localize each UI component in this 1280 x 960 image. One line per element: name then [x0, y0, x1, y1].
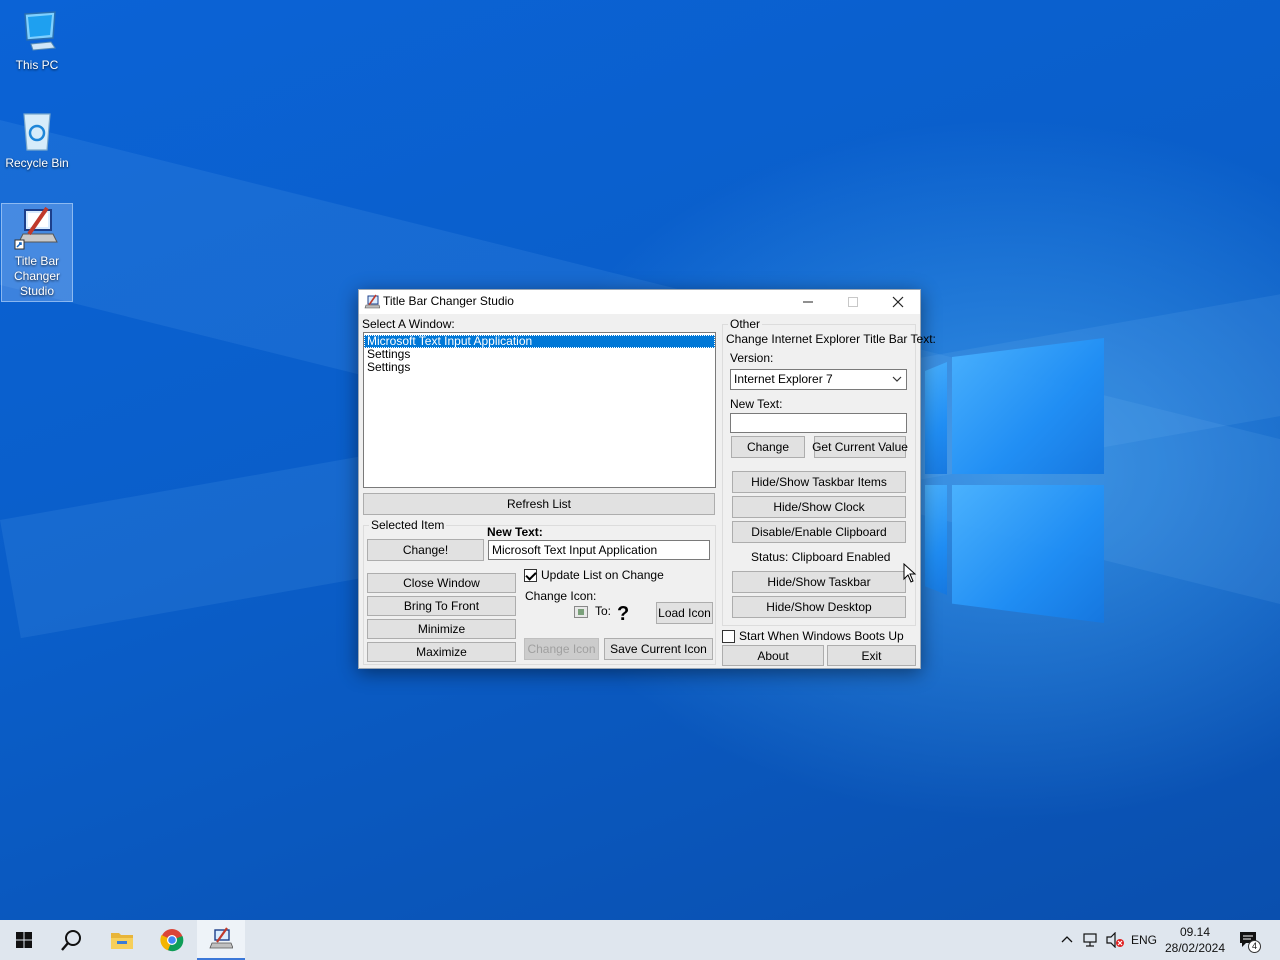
- clock[interactable]: 09.14 28/02/2024: [1162, 920, 1228, 960]
- exit-button[interactable]: Exit: [827, 645, 916, 666]
- new-text-input[interactable]: Microsoft Text Input Application: [488, 540, 710, 560]
- checkbox-box[interactable]: [524, 568, 537, 582]
- window-listbox[interactable]: Microsoft Text Input Application Setting…: [363, 332, 716, 488]
- language-indicator[interactable]: ENG: [1128, 920, 1160, 960]
- maximize-target-button[interactable]: Maximize: [367, 642, 516, 662]
- window-title: Title Bar Changer Studio: [383, 294, 514, 308]
- disable-enable-clipboard-button[interactable]: Disable/Enable Clipboard: [732, 521, 906, 543]
- desktop-icon-label: This PC: [15, 58, 59, 72]
- computer-icon: [13, 8, 61, 56]
- get-current-value-button[interactable]: Get Current Value: [812, 436, 908, 458]
- chrome-icon: [160, 929, 184, 952]
- recycle-bin-icon: [13, 106, 61, 154]
- notifications-button[interactable]: 4: [1234, 920, 1264, 960]
- show-hidden-icons-button[interactable]: [1057, 920, 1077, 960]
- ie-change-button[interactable]: Change: [731, 436, 805, 458]
- start-button[interactable]: [0, 920, 48, 960]
- volume-muted-icon: [1106, 932, 1124, 948]
- ie-new-text-label: New Text:: [730, 397, 783, 411]
- title-bar-changer-icon: [209, 927, 233, 949]
- desktop-icon-this-pc[interactable]: This PC: [1, 8, 73, 74]
- app-icon: [364, 294, 381, 310]
- taskbar: ENG 09.14 28/02/2024 4: [0, 920, 1280, 960]
- checkbox-box[interactable]: [722, 629, 735, 643]
- select-window-label: Select A Window:: [362, 317, 455, 331]
- about-button[interactable]: About: [722, 645, 824, 666]
- file-explorer-button[interactable]: [98, 920, 146, 960]
- start-on-boot-label: Start When Windows Boots Up: [739, 629, 904, 643]
- file-explorer-icon: [111, 933, 133, 949]
- new-icon-preview: ?: [617, 603, 630, 625]
- list-item[interactable]: Settings: [364, 361, 715, 374]
- maximize-window-button: [830, 290, 876, 314]
- update-list-checkbox[interactable]: Update List on Change: [524, 568, 664, 582]
- to-label: To:: [595, 604, 612, 618]
- network-button[interactable]: [1080, 920, 1102, 960]
- save-current-icon-button[interactable]: Save Current Icon: [604, 638, 713, 660]
- desktop: This PC Recycle Bin Title Bar Changer St…: [0, 0, 1280, 920]
- chevron-up-icon: [1061, 936, 1073, 943]
- current-icon-preview: [574, 606, 588, 618]
- ie-new-text-input[interactable]: [730, 413, 907, 433]
- ie-title-label: Change Internet Explorer Title Bar Text:: [726, 332, 936, 346]
- title-bar[interactable]: Title Bar Changer Studio: [359, 290, 920, 314]
- version-label: Version:: [730, 351, 774, 365]
- version-select[interactable]: Internet Explorer 7: [730, 369, 907, 390]
- title-bar-changer-taskbar-button[interactable]: [197, 920, 245, 960]
- other-label: Other: [728, 317, 763, 331]
- chrome-button[interactable]: [148, 920, 196, 960]
- search-button[interactable]: [48, 920, 96, 960]
- mouse-cursor-icon: [903, 562, 917, 586]
- start-on-boot-checkbox[interactable]: Start When Windows Boots Up: [722, 629, 904, 643]
- notification-count-badge: 4: [1248, 940, 1261, 953]
- update-list-label: Update List on Change: [541, 568, 664, 582]
- chevron-down-icon[interactable]: [892, 370, 902, 395]
- volume-button[interactable]: [1104, 920, 1126, 960]
- change-icon-label: Change Icon:: [525, 589, 597, 603]
- clipboard-status-text: Status: Clipboard Enabled: [751, 550, 891, 564]
- version-value: Internet Explorer 7: [734, 372, 833, 386]
- desktop-icon-title-bar-changer[interactable]: Title Bar Changer Studio: [1, 203, 73, 302]
- hide-show-taskbar-button[interactable]: Hide/Show Taskbar: [732, 571, 906, 593]
- clock-date: 28/02/2024: [1164, 941, 1226, 955]
- title-bar-changer-icon: [13, 204, 61, 252]
- change-icon-button: Change Icon: [524, 638, 599, 660]
- close-window-button[interactable]: [875, 290, 921, 314]
- network-icon: [1083, 933, 1097, 947]
- desktop-icon-recycle-bin[interactable]: Recycle Bin: [1, 106, 73, 174]
- minimize-window-button[interactable]: [785, 290, 831, 314]
- start-icon: [16, 932, 32, 948]
- desktop-icon-label: Recycle Bin: [5, 156, 69, 170]
- app-window: Title Bar Changer Studio Select A Window…: [358, 289, 936, 669]
- close-target-window-button[interactable]: Close Window: [367, 573, 516, 593]
- change-title-button[interactable]: Change!: [367, 539, 484, 561]
- list-item[interactable]: Settings: [364, 348, 715, 361]
- list-item[interactable]: Microsoft Text Input Application: [364, 335, 715, 348]
- hide-show-desktop-button[interactable]: Hide/Show Desktop: [732, 596, 906, 618]
- selected-item-label: Selected Item: [369, 518, 447, 532]
- hide-show-taskbar-items-button[interactable]: Hide/Show Taskbar Items: [732, 471, 906, 493]
- search-icon: [61, 930, 81, 951]
- refresh-list-button[interactable]: Refresh List: [363, 493, 715, 515]
- bring-to-front-button[interactable]: Bring To Front: [367, 596, 516, 616]
- hide-show-clock-button[interactable]: Hide/Show Clock: [732, 496, 906, 518]
- desktop-icon-label: Title Bar Changer Studio: [13, 254, 61, 298]
- clock-time: 09.14: [1179, 925, 1211, 939]
- load-icon-button[interactable]: Load Icon: [656, 602, 713, 624]
- minimize-target-button[interactable]: Minimize: [367, 619, 516, 639]
- new-text-label: New Text:: [487, 525, 543, 539]
